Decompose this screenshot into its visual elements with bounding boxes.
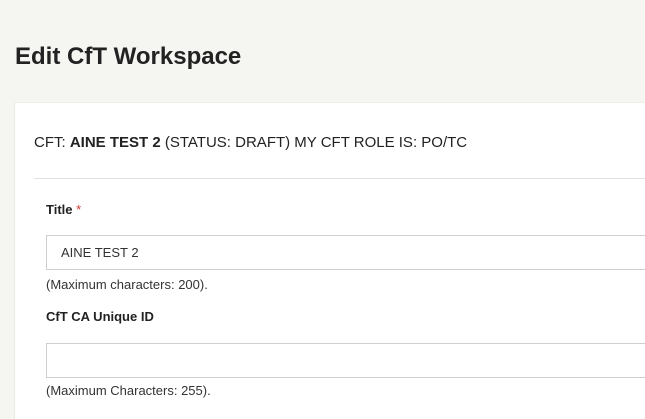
cft-name: AINE TEST 2 <box>69 134 161 151</box>
cft-summary: CFT: AINE TEST 2 (STATUS: DRAFT) MY CFT … <box>34 133 467 153</box>
title-label-text: Title <box>46 202 73 217</box>
edit-workspace-card: CFT: AINE TEST 2 (STATUS: DRAFT) MY CFT … <box>14 103 645 419</box>
title-label: Title * <box>46 201 81 219</box>
unique-id-input[interactable] <box>46 343 645 378</box>
required-marker: * <box>76 202 82 217</box>
title-input[interactable] <box>46 235 645 270</box>
cft-prefix: CFT: <box>34 134 70 151</box>
cft-status-role: (STATUS: DRAFT) MY CFT ROLE IS: PO/TC <box>160 134 468 151</box>
page-title: Edit CfT Workspace <box>15 43 242 70</box>
unique-id-label: CfT CA Unique ID <box>46 309 154 324</box>
section-divider <box>34 178 645 179</box>
unique-id-help-text: (Maximum Characters: 255). <box>46 383 211 398</box>
title-help-text: (Maximum characters: 200). <box>46 277 208 292</box>
page-header: Edit CfT Workspace <box>0 0 645 103</box>
